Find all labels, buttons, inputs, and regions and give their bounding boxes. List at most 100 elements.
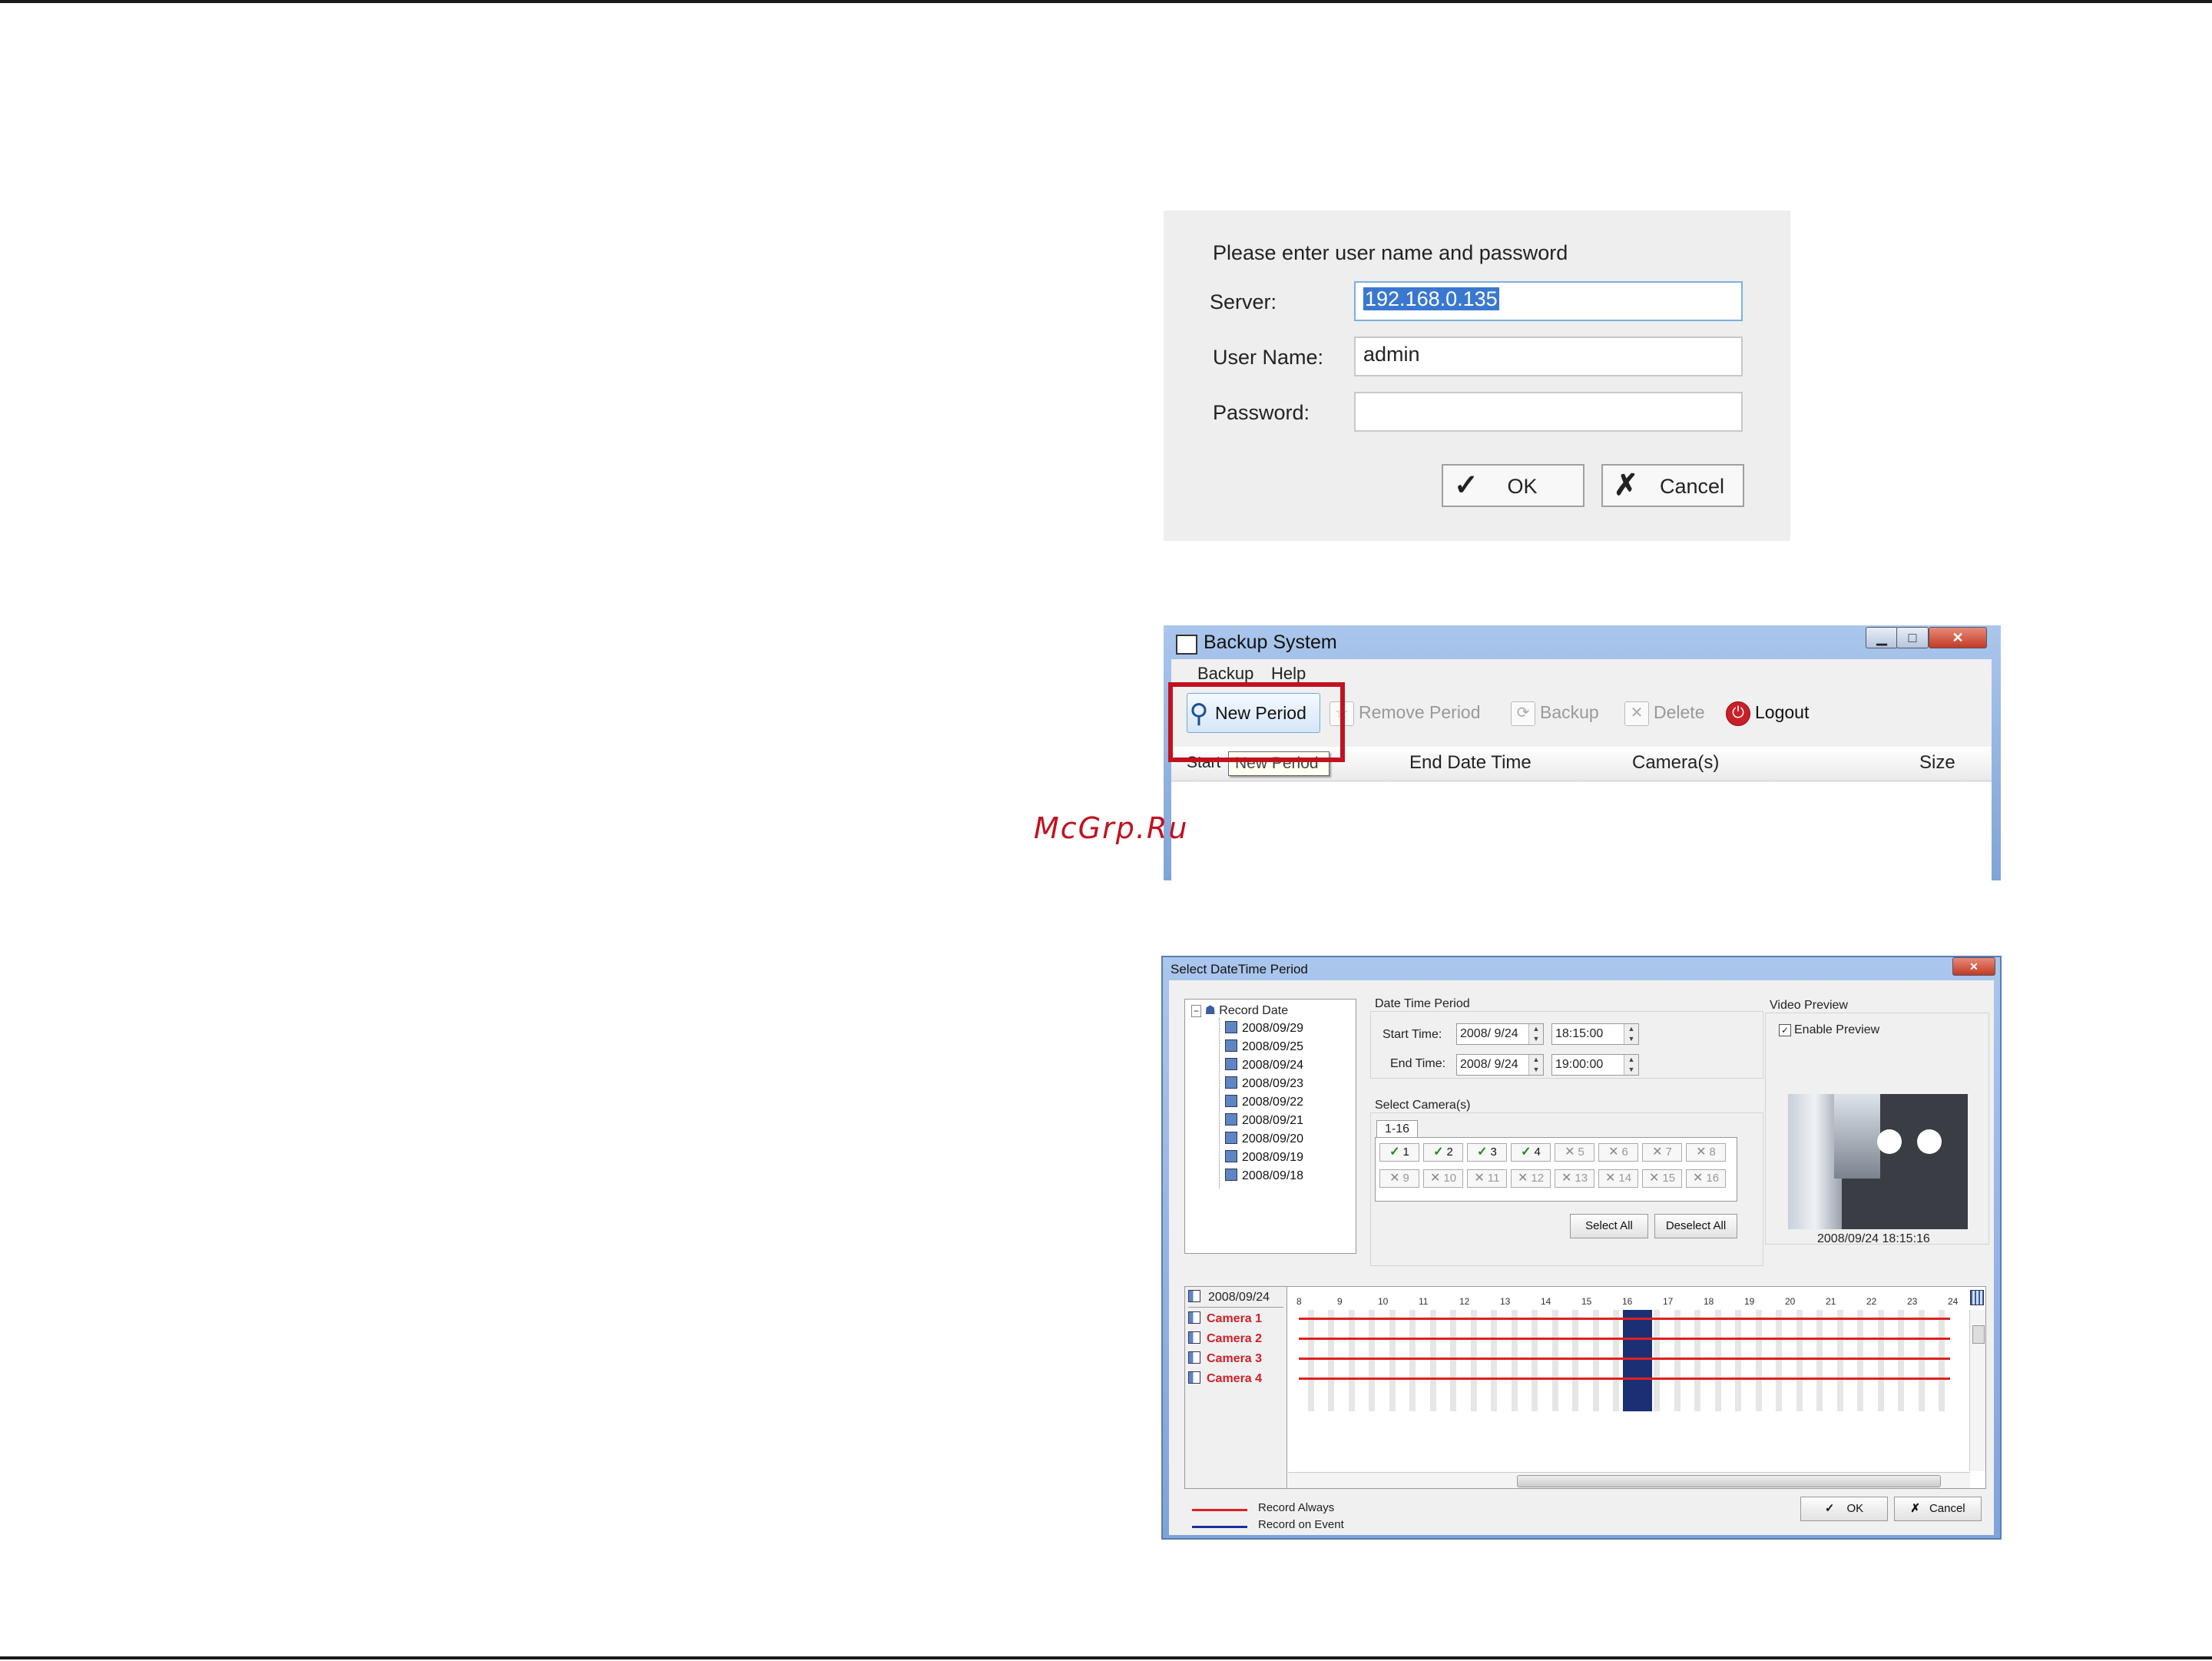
period-title: Date Time Period: [1375, 997, 1470, 1010]
timeline-cell: [1409, 1310, 1416, 1411]
tree-root[interactable]: − ☗ Record Date: [1191, 1003, 1288, 1018]
x-icon: ✕: [1648, 1172, 1660, 1185]
camera-checkbox[interactable]: ✕ 5: [1555, 1143, 1594, 1162]
camera-checkbox[interactable]: ✕ 10: [1423, 1169, 1463, 1188]
maximize-button[interactable]: □: [1896, 627, 1929, 648]
close-button[interactable]: ✕: [1952, 957, 1995, 976]
deselect-all-button[interactable]: Deselect All: [1654, 1214, 1737, 1238]
column-end-date-time[interactable]: End Date Time: [1409, 745, 1532, 781]
server-input[interactable]: 192.168.0.135: [1354, 281, 1743, 321]
date-item[interactable]: 2008/09/24: [1225, 1058, 1303, 1073]
date-item[interactable]: 2008/09/29: [1225, 1021, 1303, 1036]
column-size[interactable]: Size: [1919, 745, 1955, 781]
end-date-picker[interactable]: 2008/ 9/24 ▲ ▼: [1456, 1054, 1544, 1076]
camera-checkbox[interactable]: ✕ 15: [1642, 1169, 1682, 1188]
date-item[interactable]: 2008/09/23: [1225, 1076, 1303, 1091]
period-list[interactable]: [1171, 782, 1992, 880]
spin-arrows-icon[interactable]: ▲ ▼: [1528, 1024, 1543, 1044]
preview-light: [1877, 1129, 1902, 1154]
camera-row-label[interactable]: Camera 2: [1188, 1330, 1285, 1348]
timeline-cell: [1572, 1310, 1578, 1411]
cancel-button[interactable]: ✗ Cancel: [1601, 464, 1744, 507]
close-button[interactable]: ✕: [1929, 627, 1987, 648]
timeline-cell: [1816, 1310, 1823, 1411]
camera-number: 14: [1618, 1172, 1632, 1185]
selected-period-block[interactable]: [1623, 1310, 1652, 1411]
ok-button[interactable]: ✓ OK: [1800, 1497, 1888, 1521]
cancel-button[interactable]: ✗ Cancel: [1894, 1497, 1982, 1521]
grid-icon[interactable]: [1970, 1290, 1984, 1305]
select-all-button[interactable]: Select All: [1570, 1214, 1648, 1238]
camera-checkbox[interactable]: ✕ 12: [1511, 1169, 1551, 1188]
end-date-value: 2008/ 9/24: [1460, 1058, 1518, 1071]
camera-row-label[interactable]: Camera 4: [1188, 1370, 1285, 1388]
app-icon: [1176, 635, 1197, 655]
camera-checkbox[interactable]: ✓ 4: [1511, 1143, 1551, 1162]
camera-checkbox[interactable]: ✓ 3: [1467, 1143, 1507, 1162]
record-date-tree[interactable]: − ☗ Record Date 2008/09/29 2008/09/25 20…: [1184, 999, 1356, 1254]
column-cameras[interactable]: Camera(s): [1632, 745, 1719, 781]
date-item[interactable]: 2008/09/21: [1225, 1113, 1303, 1128]
highlight-box: [1168, 682, 1345, 762]
camera-checkbox[interactable]: ✕ 14: [1598, 1169, 1638, 1188]
timeline-cell: [1532, 1310, 1538, 1411]
backup-button[interactable]: ⟳ Backup: [1511, 693, 1599, 731]
x-icon: ✕: [1608, 1145, 1619, 1159]
hour-tick-label: 24: [1948, 1296, 1959, 1307]
start-date-picker[interactable]: 2008/ 9/24 ▲ ▼: [1456, 1023, 1544, 1045]
window-body: − ☗ Record Date 2008/09/29 2008/09/25 20…: [1169, 980, 1994, 1535]
end-time-picker[interactable]: 19:00:00 ▲ ▼: [1551, 1054, 1639, 1076]
cancel-label: Cancel: [1659, 475, 1725, 498]
date-item[interactable]: 2008/09/25: [1225, 1039, 1303, 1054]
date-item[interactable]: 2008/09/22: [1225, 1095, 1303, 1109]
tab-1-16[interactable]: 1-16: [1376, 1120, 1419, 1138]
logout-button[interactable]: ⏻ Logout: [1726, 693, 1809, 731]
camera-checkbox[interactable]: ✕ 16: [1686, 1169, 1726, 1188]
timeline-cell: [1776, 1310, 1782, 1411]
camera-checkbox[interactable]: ✕ 9: [1379, 1169, 1419, 1188]
camera-checkbox[interactable]: ✕ 11: [1467, 1169, 1507, 1188]
date-item[interactable]: 2008/09/20: [1225, 1132, 1303, 1146]
timeline-cell: [1857, 1310, 1863, 1411]
enable-preview-label: Enable Preview: [1794, 1023, 1880, 1036]
camera-checkbox[interactable]: ✓ 1: [1379, 1143, 1419, 1162]
hour-tick-label: 21: [1826, 1296, 1836, 1307]
camera-checkbox[interactable]: ✕ 7: [1642, 1143, 1682, 1162]
start-time-value: 18:15:00: [1555, 1027, 1604, 1040]
timeline[interactable]: 2008/09/24 Camera 1 Camera 2 Camera 3 Ca…: [1184, 1286, 1986, 1489]
spin-arrows-icon[interactable]: ▲ ▼: [1528, 1055, 1543, 1075]
scroll-thumb[interactable]: [1517, 1475, 1941, 1487]
date-item[interactable]: 2008/09/18: [1225, 1169, 1303, 1183]
camera-row-label[interactable]: Camera 3: [1188, 1350, 1285, 1368]
horizontal-scrollbar[interactable]: [1288, 1472, 1970, 1488]
camera-checkbox[interactable]: ✕ 8: [1686, 1143, 1726, 1162]
menu-help[interactable]: Help: [1271, 664, 1306, 684]
date-item[interactable]: 2008/09/19: [1225, 1150, 1303, 1165]
hour-tick-label: 13: [1500, 1296, 1511, 1307]
vertical-scrollbar[interactable]: [1969, 1310, 1985, 1471]
camera-row-label[interactable]: Camera 1: [1188, 1310, 1285, 1328]
ok-button[interactable]: ✓ OK: [1442, 464, 1584, 507]
camera-checkbox[interactable]: ✓ 2: [1423, 1143, 1463, 1162]
enable-preview-checkbox[interactable]: ✓ Enable Preview: [1779, 1023, 1879, 1037]
camera-checkbox[interactable]: ✕ 6: [1598, 1143, 1638, 1162]
timeline-cell: [1593, 1310, 1599, 1411]
spin-arrows-icon[interactable]: ▲ ▼: [1624, 1024, 1638, 1044]
x-icon: ✕: [1561, 1172, 1572, 1185]
camera-number: 2: [1446, 1145, 1453, 1159]
record-always-line: [1299, 1358, 1950, 1360]
menu-backup[interactable]: Backup: [1197, 664, 1253, 684]
camera-checkbox[interactable]: ✕ 13: [1555, 1169, 1594, 1188]
spin-arrows-icon[interactable]: ▲ ▼: [1624, 1055, 1638, 1075]
password-input[interactable]: [1354, 392, 1743, 432]
start-time-picker[interactable]: 18:15:00 ▲ ▼: [1551, 1023, 1639, 1045]
x-icon: ✗: [1910, 1502, 1920, 1515]
minimize-button[interactable]: ▁: [1866, 627, 1898, 648]
scroll-thumb[interactable]: [1972, 1325, 1985, 1344]
username-input[interactable]: admin: [1354, 337, 1743, 376]
timeline-cell: [1512, 1310, 1518, 1411]
remove-period-button[interactable]: ☆ Remove Period: [1330, 693, 1481, 731]
end-time-label: End Time:: [1390, 1057, 1446, 1070]
select-cameras-title: Select Camera(s): [1375, 1099, 1471, 1112]
delete-button[interactable]: ✕ Delete: [1624, 693, 1704, 731]
